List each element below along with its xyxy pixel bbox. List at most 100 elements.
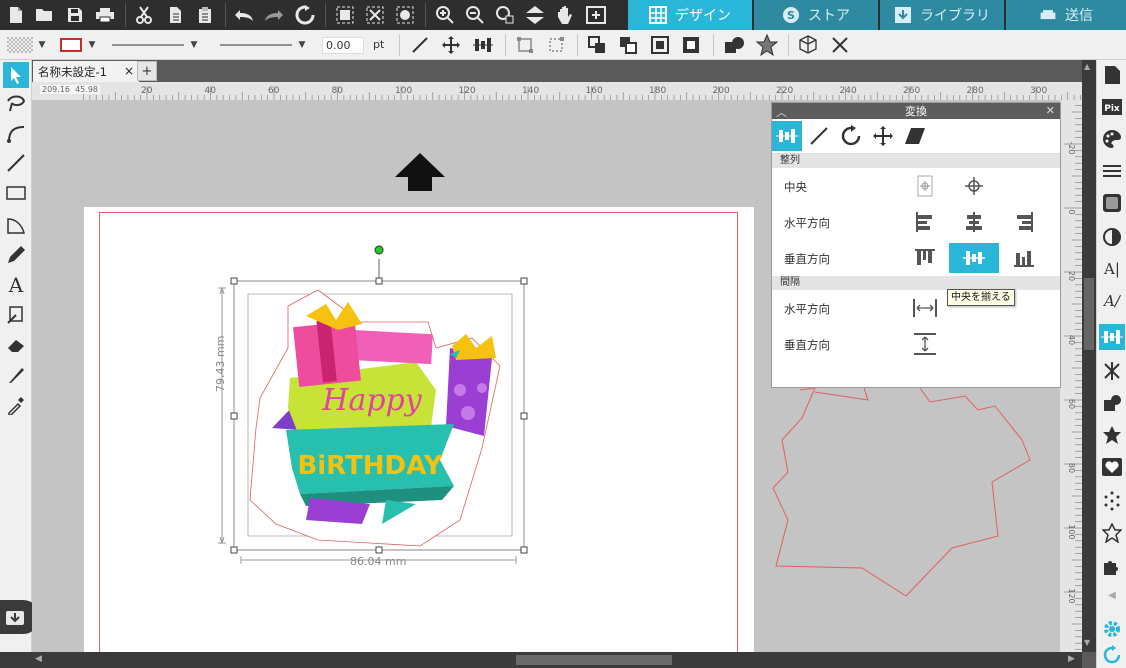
align-right-icon[interactable] xyxy=(999,207,1049,237)
settings-gear-icon[interactable] xyxy=(1099,616,1125,642)
sketch-star-outline-icon[interactable] xyxy=(1099,520,1125,546)
paste-clipboard-icon[interactable] xyxy=(193,3,217,27)
replicate-icon[interactable] xyxy=(512,33,538,57)
align-center-horizontal-icon[interactable] xyxy=(949,207,999,237)
release-compound-icon[interactable] xyxy=(393,3,417,27)
knife-tool-icon[interactable] xyxy=(3,362,29,388)
add-tab-button[interactable]: + xyxy=(137,61,157,81)
align-center-toolbar-icon[interactable] xyxy=(470,33,496,57)
center-crosshair-icon[interactable] xyxy=(949,171,999,201)
line-tool-icon[interactable] xyxy=(3,150,29,176)
close-panel-icon[interactable]: ✕ xyxy=(1046,104,1055,117)
curve-edit-icon[interactable] xyxy=(3,120,29,146)
rectangle-tool-icon[interactable] xyxy=(3,180,29,206)
replicate-panel-icon[interactable] xyxy=(1099,358,1125,384)
sketch-pen-icon[interactable] xyxy=(3,302,29,328)
new-file-icon[interactable] xyxy=(4,3,28,27)
modify-shapes-icon[interactable] xyxy=(720,33,748,57)
pan-arrows-icon[interactable] xyxy=(523,3,547,27)
replicate-fill-icon[interactable] xyxy=(543,33,569,57)
move-cross-icon[interactable] xyxy=(438,33,464,57)
favorite-star-icon[interactable] xyxy=(753,33,781,57)
offset-heart-icon[interactable] xyxy=(1099,454,1125,480)
rotate-handle[interactable] xyxy=(374,245,384,255)
transform-panel-icon[interactable] xyxy=(1099,324,1125,350)
close-tab-icon[interactable]: × xyxy=(124,64,134,78)
select-pointer-icon[interactable] xyxy=(3,62,29,88)
copy-icon[interactable] xyxy=(163,3,187,27)
eyedropper-icon[interactable] xyxy=(3,392,29,418)
send-backward-icon[interactable] xyxy=(615,33,641,57)
hand-pan-icon[interactable] xyxy=(553,3,577,27)
favorites-star-panel-icon[interactable] xyxy=(1099,422,1125,448)
scroll-right-arrow-icon[interactable]: ▶ xyxy=(1068,654,1075,664)
scroll-left-arrow-icon[interactable]: ◀ xyxy=(35,654,42,664)
tab-send[interactable]: 送信 xyxy=(1006,0,1126,30)
zoom-in-icon[interactable] xyxy=(433,3,457,27)
open-folder-icon[interactable] xyxy=(33,3,57,27)
vertical-scroll-thumb[interactable] xyxy=(1084,278,1094,350)
undo-icon[interactable] xyxy=(232,3,256,27)
space-horizontal-icon[interactable] xyxy=(900,293,950,323)
line-width-dropdown-arrow-icon[interactable]: ▼ xyxy=(296,33,308,57)
fill-pattern-swatch[interactable] xyxy=(6,33,34,57)
3d-box-icon[interactable] xyxy=(794,33,822,57)
tab-move-icon[interactable] xyxy=(868,121,898,151)
pixscan-icon[interactable]: Pix xyxy=(1099,94,1125,120)
puzzle-piece-icon[interactable] xyxy=(1099,554,1125,580)
trace-dots-icon[interactable] xyxy=(1099,488,1125,514)
text-style-icon[interactable]: A| xyxy=(1099,256,1125,282)
redo-icon[interactable] xyxy=(262,3,286,27)
horizontal-scrollbar[interactable]: ◀ ▶ xyxy=(32,652,1082,668)
line-color-dropdown-arrow-icon[interactable]: ▼ xyxy=(86,33,98,57)
fill-color-palette-icon[interactable] xyxy=(1099,126,1125,152)
line-style-dropdown-arrow-icon[interactable]: ▼ xyxy=(188,33,200,57)
text-tool-icon[interactable]: A xyxy=(3,272,29,298)
ungroup-icon[interactable] xyxy=(363,3,387,27)
redraw-refresh-icon[interactable] xyxy=(293,3,317,27)
collapse-panel-icon[interactable]: ︿ xyxy=(776,104,787,120)
point-edit-lasso-icon[interactable] xyxy=(3,90,29,116)
bring-forward-icon[interactable] xyxy=(584,33,610,57)
tab-rotate-icon[interactable] xyxy=(836,121,866,151)
scroll-down-arrow-icon[interactable]: ▼ xyxy=(1084,638,1090,647)
align-top-icon[interactable] xyxy=(900,243,950,273)
page-setup-icon[interactable] xyxy=(1099,62,1125,88)
expand-panel-arrow-icon[interactable]: ◀ xyxy=(1099,582,1125,608)
zoom-select-icon[interactable] xyxy=(493,3,517,27)
vertical-scrollbar[interactable]: ▲ ▼ xyxy=(1082,60,1096,652)
modify-panel-icon[interactable] xyxy=(1099,390,1125,416)
fit-to-page-icon[interactable] xyxy=(584,3,608,27)
horizontal-scroll-thumb[interactable] xyxy=(516,655,672,665)
print-icon[interactable] xyxy=(93,3,117,27)
document-tab[interactable]: 名称未設定-1 × xyxy=(33,61,139,82)
close-x-icon[interactable] xyxy=(826,33,854,57)
stroke-width-input[interactable]: 0.00 xyxy=(322,37,364,54)
align-bottom-icon[interactable] xyxy=(999,243,1049,273)
scroll-up-arrow-icon[interactable]: ▲ xyxy=(1084,62,1090,71)
tab-scale-icon[interactable] xyxy=(804,121,834,151)
tab-shear-icon[interactable] xyxy=(900,121,930,151)
line-width-selector[interactable] xyxy=(218,33,294,57)
send-to-back-icon[interactable] xyxy=(678,33,704,57)
image-effects-icon[interactable] xyxy=(1099,190,1125,216)
align-middle-vertical-icon[interactable] xyxy=(949,243,999,273)
center-to-page-icon[interactable] xyxy=(900,171,950,201)
zoom-out-icon[interactable] xyxy=(463,3,487,27)
cut-scissors-icon[interactable] xyxy=(132,3,156,27)
align-left-icon[interactable] xyxy=(900,207,950,237)
bring-to-front-icon[interactable] xyxy=(647,33,673,57)
pencil-draw-icon[interactable] xyxy=(3,242,29,268)
polygon-tool-icon[interactable] xyxy=(3,212,29,238)
line-style-icon[interactable] xyxy=(1099,158,1125,184)
tab-align-icon[interactable] xyxy=(772,121,802,151)
font-icon[interactable]: A∕ xyxy=(1099,288,1125,314)
tab-library[interactable]: ライブラリ xyxy=(880,0,1004,30)
contrast-icon[interactable] xyxy=(1099,224,1125,250)
fill-dropdown-arrow-icon[interactable]: ▼ xyxy=(36,33,48,57)
group-icon[interactable] xyxy=(333,3,357,27)
line-style-selector[interactable] xyxy=(110,33,186,57)
tab-design[interactable]: デザイン xyxy=(628,0,752,30)
tab-store[interactable]: S ストア xyxy=(754,0,878,30)
space-vertical-icon[interactable] xyxy=(900,329,950,359)
